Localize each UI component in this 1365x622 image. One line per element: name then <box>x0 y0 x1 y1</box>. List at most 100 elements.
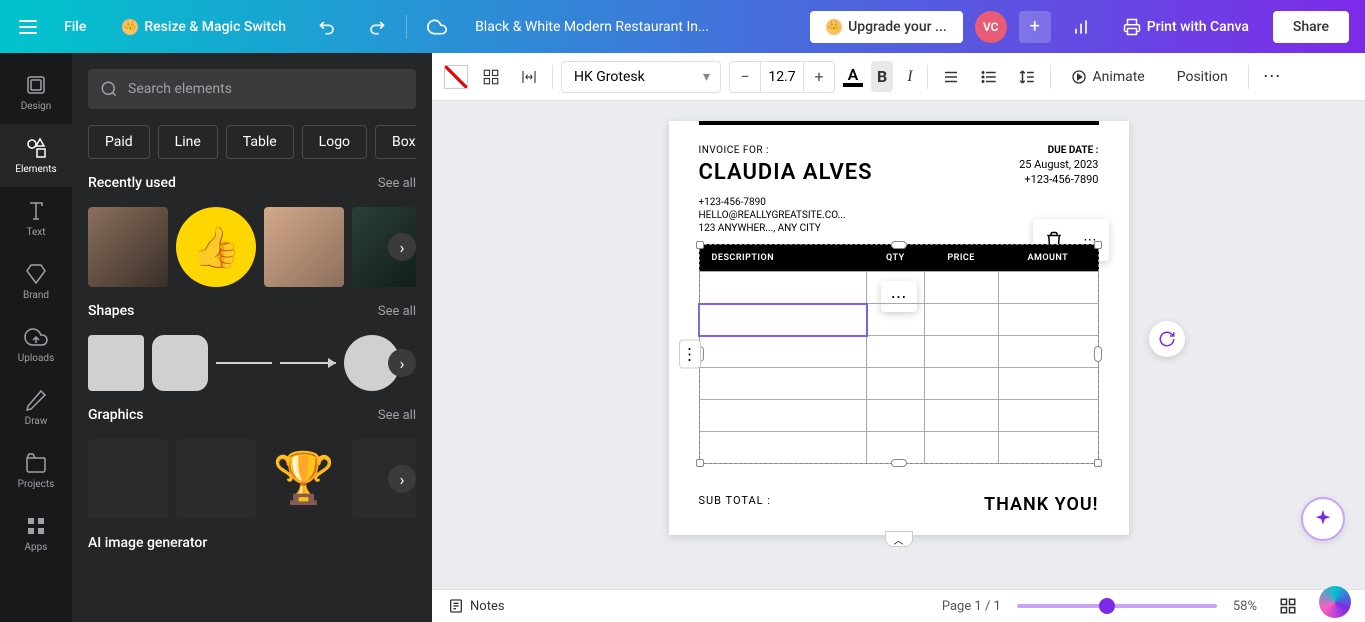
shape-line[interactable] <box>216 335 272 391</box>
invoice-phone[interactable]: +123-456-7890 <box>699 197 873 208</box>
notes-button[interactable]: Notes <box>448 598 505 614</box>
cloud-sync-icon[interactable] <box>419 9 455 45</box>
nav-text[interactable]: Text <box>0 187 72 250</box>
shape-square[interactable] <box>88 335 144 391</box>
chip-line[interactable]: Line <box>158 125 218 159</box>
shape-arrow[interactable] <box>280 335 336 391</box>
table-cell[interactable] <box>998 272 1098 304</box>
nav-design[interactable]: Design <box>0 61 72 124</box>
nav-apps[interactable]: Apps <box>0 502 72 565</box>
table-cell[interactable] <box>699 368 867 400</box>
line-spacing-button[interactable] <box>1012 62 1042 92</box>
see-all-link[interactable]: See all <box>378 304 416 319</box>
see-all-link[interactable]: See all <box>378 408 416 423</box>
page-expand-button[interactable]: ︿ <box>885 531 913 547</box>
invoice-email[interactable]: HELLO@REALLYGREATSITE.CO... <box>699 210 873 221</box>
table-header[interactable]: QTY <box>867 245 924 272</box>
table-cell[interactable] <box>867 272 924 304</box>
thumb-thumbs-up-icon[interactable]: 👍 <box>176 207 256 287</box>
animate-button[interactable]: Animate <box>1059 63 1157 91</box>
table-cell[interactable] <box>998 304 1098 336</box>
table-cell[interactable] <box>699 432 867 464</box>
table-cell[interactable] <box>699 336 867 368</box>
invoice-address[interactable]: 123 ANYWHER..., ANY CITY <box>699 223 873 234</box>
table-cell[interactable] <box>867 304 924 336</box>
font-size-increase[interactable]: + <box>804 62 834 92</box>
row-drag-handle[interactable]: ⋮ <box>679 340 701 369</box>
text-color-button[interactable]: A <box>843 67 863 87</box>
nav-draw[interactable]: Draw <box>0 376 72 439</box>
user-avatar[interactable]: VC <box>975 11 1007 43</box>
border-style-button[interactable] <box>476 62 506 92</box>
nav-uploads[interactable]: Uploads <box>0 313 72 376</box>
share-button[interactable]: Share <box>1273 11 1349 43</box>
invoice-for-label[interactable]: INVOICE FOR : <box>699 145 873 156</box>
thankyou-text[interactable]: THANK YOU! <box>984 494 1098 515</box>
graphic-item[interactable] <box>88 439 168 519</box>
graphic-chef[interactable] <box>176 439 256 519</box>
table-cell[interactable] <box>998 336 1098 368</box>
table-cell[interactable] <box>924 400 998 432</box>
table-cell[interactable] <box>699 400 867 432</box>
table-cell-selected[interactable] <box>699 304 867 336</box>
table-cell[interactable] <box>699 272 867 304</box>
invoice-table[interactable]: DESCRIPTION QTY PRICE AMOUNT <box>699 244 1099 464</box>
assistant-fab[interactable] <box>1301 497 1345 541</box>
nav-projects[interactable]: Projects <box>0 439 72 502</box>
hamburger-menu[interactable] <box>16 15 40 39</box>
regenerate-button[interactable] <box>1149 321 1185 357</box>
invoice-client-name[interactable]: CLAUDIA ALVES <box>699 160 873 185</box>
help-button[interactable] <box>1319 586 1351 618</box>
thumb-photo[interactable] <box>88 207 168 287</box>
italic-button[interactable]: I <box>901 62 918 92</box>
grid-view-button[interactable] <box>1273 591 1303 621</box>
due-phone[interactable]: +123-456-7890 <box>1019 173 1098 186</box>
canvas-page[interactable]: INVOICE FOR : CLAUDIA ALVES +123-456-789… <box>669 121 1129 535</box>
spacing-button[interactable] <box>514 62 544 92</box>
invoice-table-selection[interactable]: ⋮ DESCRIPTION QTY PRICE AMOUNT <box>699 244 1099 464</box>
canvas-area[interactable]: INVOICE FOR : CLAUDIA ALVES +123-456-789… <box>432 101 1365 589</box>
table-cell[interactable] <box>924 272 998 304</box>
subtotal-label[interactable]: SUB TOTAL : <box>699 494 772 515</box>
font-size-decrease[interactable]: − <box>730 62 760 92</box>
shape-rounded-square[interactable] <box>152 335 208 391</box>
table-cell[interactable] <box>998 400 1098 432</box>
undo-button[interactable] <box>310 9 346 45</box>
chip-paid[interactable]: Paid <box>88 125 150 159</box>
table-header[interactable]: AMOUNT <box>998 245 1098 272</box>
border-color-swatch[interactable] <box>444 65 468 89</box>
print-button[interactable]: Print with Canva <box>1111 10 1261 44</box>
file-menu[interactable]: File <box>52 11 98 43</box>
nav-brand[interactable]: Brand <box>0 250 72 313</box>
table-header[interactable]: PRICE <box>924 245 998 272</box>
table-cell[interactable] <box>924 368 998 400</box>
chip-table[interactable]: Table <box>226 125 294 159</box>
graphic-wreath[interactable]: 🏆 <box>264 439 344 519</box>
zoom-thumb[interactable] <box>1099 598 1115 614</box>
analytics-button[interactable] <box>1063 9 1099 45</box>
due-date-value[interactable]: 25 August, 2023 <box>1019 158 1098 171</box>
search-input[interactable] <box>88 69 416 109</box>
carousel-next-button[interactable]: › <box>388 233 416 261</box>
table-cell[interactable] <box>867 400 924 432</box>
table-cell[interactable] <box>924 432 998 464</box>
thumb-photo[interactable] <box>264 207 344 287</box>
more-options-button[interactable]: ⋯ <box>1257 60 1289 93</box>
table-cell[interactable] <box>998 368 1098 400</box>
upgrade-button[interactable]: 👑 Upgrade your ... <box>810 11 963 43</box>
list-button[interactable] <box>974 62 1004 92</box>
nav-elements[interactable]: Elements <box>0 124 72 187</box>
see-all-link[interactable]: See all <box>378 176 416 191</box>
redo-button[interactable] <box>358 9 394 45</box>
resize-magic-switch[interactable]: 👑 Resize & Magic Switch <box>110 11 298 43</box>
text-align-button[interactable] <box>936 62 966 92</box>
font-family-select[interactable]: HK Grotesk <box>561 61 721 93</box>
table-cell[interactable] <box>924 304 998 336</box>
table-cell[interactable] <box>924 336 998 368</box>
zoom-slider[interactable] <box>1017 604 1217 608</box>
carousel-next-button[interactable]: › <box>388 349 416 377</box>
add-collaborator-button[interactable]: + <box>1019 11 1051 43</box>
position-button[interactable]: Position <box>1165 63 1240 91</box>
table-header[interactable]: DESCRIPTION <box>699 245 867 272</box>
carousel-next-button[interactable]: › <box>388 465 416 493</box>
